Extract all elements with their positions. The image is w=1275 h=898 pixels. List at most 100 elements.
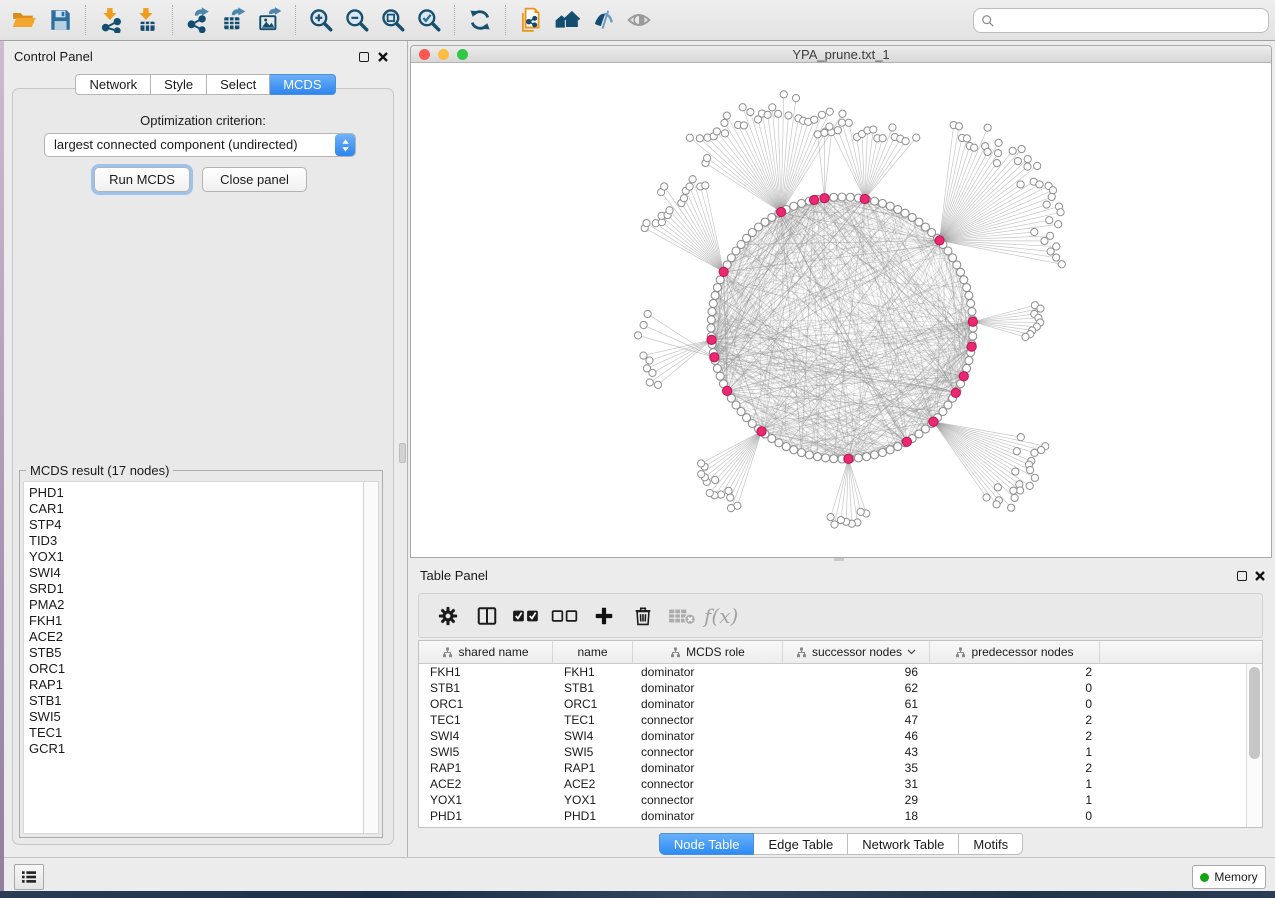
network-home-button[interactable] — [549, 3, 585, 37]
table-row[interactable]: TEC1TEC1connector472 — [419, 712, 1246, 728]
tab-mcds[interactable]: MCDS — [270, 74, 335, 95]
table-cell: ACE2 — [553, 776, 633, 792]
network-canvas[interactable] — [411, 63, 1271, 557]
column-header-predecessor-nodes[interactable]: predecessor nodes — [930, 641, 1100, 663]
mcds-result-list-container: PHD1CAR1STP4TID3YOX1SWI4SRD1PMA2FKH1ACE2… — [23, 481, 379, 834]
mcds-result-item[interactable]: YOX1 — [29, 549, 363, 565]
select-all-button[interactable] — [509, 599, 543, 633]
mcds-result-item[interactable]: ACE2 — [29, 629, 363, 645]
table-mode-button[interactable] — [431, 599, 465, 633]
mcds-result-item[interactable]: FKH1 — [29, 613, 363, 629]
network-window-titlebar[interactable]: YPA_prune.txt_1 — [411, 46, 1271, 63]
table-cell: TEC1 — [553, 712, 633, 728]
mcds-result-item[interactable]: STB1 — [29, 693, 363, 709]
mcds-result-item[interactable]: RAP1 — [29, 677, 363, 693]
table-cell: FKH1 — [419, 664, 553, 680]
table-scrollbar-thumb[interactable] — [1249, 667, 1260, 759]
mcds-result-item[interactable]: TEC1 — [29, 725, 363, 741]
show-columns-button[interactable] — [470, 599, 504, 633]
mcds-result-item[interactable]: STB5 — [29, 645, 363, 661]
add-column-button[interactable] — [587, 599, 621, 633]
table-row[interactable]: RAP1RAP1dominator352 — [419, 760, 1246, 776]
mcds-result-item[interactable]: PMA2 — [29, 597, 363, 613]
mapped-column-icon — [955, 647, 966, 658]
table-row[interactable]: SWI4SWI4dominator462 — [419, 728, 1246, 744]
table-cell: connector — [633, 712, 783, 728]
tab-style[interactable]: Style — [151, 74, 207, 95]
mcds-result-item[interactable]: STP4 — [29, 517, 363, 533]
mcds-list-scrollbar[interactable] — [363, 482, 378, 833]
deselect-all-button[interactable] — [548, 599, 582, 633]
mcds-result-item[interactable]: GCR1 — [29, 741, 363, 757]
save-session-button[interactable] — [42, 3, 78, 37]
optimization-criterion-select[interactable]: largest connected component (undirected) — [44, 133, 356, 157]
search-input[interactable] — [995, 10, 1268, 31]
hide-graphics-icon — [590, 7, 616, 33]
export-table-button[interactable] — [216, 3, 252, 37]
mcds-result-item[interactable]: TID3 — [29, 533, 363, 549]
zoom-out-button[interactable] — [339, 3, 375, 37]
table-panel-float-icon[interactable] — [1237, 571, 1247, 581]
zoom-fit-icon — [380, 7, 406, 33]
mcds-result-item[interactable]: SWI4 — [29, 565, 363, 581]
table-row[interactable]: ACE2ACE2connector311 — [419, 776, 1246, 792]
share-document-button[interactable] — [513, 3, 549, 37]
zoom-in-button[interactable] — [303, 3, 339, 37]
zoom-selected-button[interactable] — [411, 3, 447, 37]
show-graphics-button[interactable] — [621, 3, 657, 37]
close-panel-button[interactable]: Close panel — [202, 167, 307, 192]
hide-graphics-button[interactable] — [585, 3, 621, 37]
optimization-criterion-label: Optimization criterion: — [12, 113, 394, 128]
main-toolbar — [0, 0, 1275, 41]
tab-motifs[interactable]: Motifs — [959, 833, 1023, 855]
import-table-button[interactable] — [129, 3, 165, 37]
tab-select[interactable]: Select — [207, 74, 270, 95]
control-panel-float-icon[interactable] — [359, 52, 369, 62]
vertical-splitter-handle[interactable] — [399, 443, 406, 463]
import-network-button[interactable] — [93, 3, 129, 37]
search-box[interactable] — [973, 8, 1269, 33]
column-header-shared-name[interactable]: shared name — [419, 641, 553, 663]
column-header-successor-nodes[interactable]: successor nodes — [783, 641, 930, 663]
tab-node-table[interactable]: Node Table — [659, 833, 755, 855]
table-row[interactable]: FKH1FKH1dominator962 — [419, 664, 1246, 680]
table-panel-title: Table Panel — [420, 568, 488, 583]
table-row[interactable]: PHD1PHD1dominator180 — [419, 808, 1246, 824]
mcds-result-item[interactable]: SWI5 — [29, 709, 363, 725]
export-image-button[interactable] — [252, 3, 288, 37]
control-panel-close-icon[interactable] — [377, 51, 389, 63]
task-history-button[interactable] — [14, 864, 44, 890]
tab-edge-table[interactable]: Edge Table — [754, 833, 848, 855]
import-table-icon — [134, 7, 160, 33]
table-row[interactable]: SWI5SWI5connector431 — [419, 744, 1246, 760]
desktop-wallpaper-bottom — [0, 891, 1275, 898]
mcds-result-item[interactable]: CAR1 — [29, 501, 363, 517]
mcds-result-group: MCDS result (17 nodes) PHD1CAR1STP4TID3Y… — [19, 470, 383, 838]
table-row[interactable]: ORC1ORC1dominator610 — [419, 696, 1246, 712]
zoom-fit-button[interactable] — [375, 3, 411, 37]
open-file-button[interactable] — [6, 3, 42, 37]
run-mcds-button[interactable]: Run MCDS — [94, 167, 190, 192]
mcds-result-item[interactable]: ORC1 — [29, 661, 363, 677]
export-network-button[interactable] — [180, 3, 216, 37]
mcds-result-item[interactable]: SRD1 — [29, 581, 363, 597]
tab-network[interactable]: Network — [75, 74, 151, 95]
table-cell: connector — [633, 792, 783, 808]
list-icon — [20, 870, 38, 884]
table-scrollbar[interactable] — [1246, 664, 1262, 827]
refresh-view-button[interactable] — [462, 3, 498, 37]
table-row[interactable]: YOX1YOX1connector291 — [419, 792, 1246, 808]
toolbar-separator — [172, 5, 173, 35]
tab-network-table[interactable]: Network Table — [848, 833, 959, 855]
mcds-result-item[interactable]: PHD1 — [29, 485, 363, 501]
column-header-mcds-role[interactable]: MCDS role — [633, 641, 783, 663]
vertical-splitter[interactable] — [407, 41, 408, 857]
table-cell: SWI5 — [419, 744, 553, 760]
memory-button[interactable]: Memory — [1192, 865, 1266, 889]
delete-column-button[interactable] — [626, 599, 660, 633]
column-header-name[interactable]: name — [553, 641, 633, 663]
table-row[interactable]: STB1STB1dominator620 — [419, 680, 1246, 696]
table-panel-close-icon[interactable] — [1254, 570, 1266, 582]
sort-desc-icon — [907, 649, 916, 655]
export-table-icon — [221, 7, 247, 33]
